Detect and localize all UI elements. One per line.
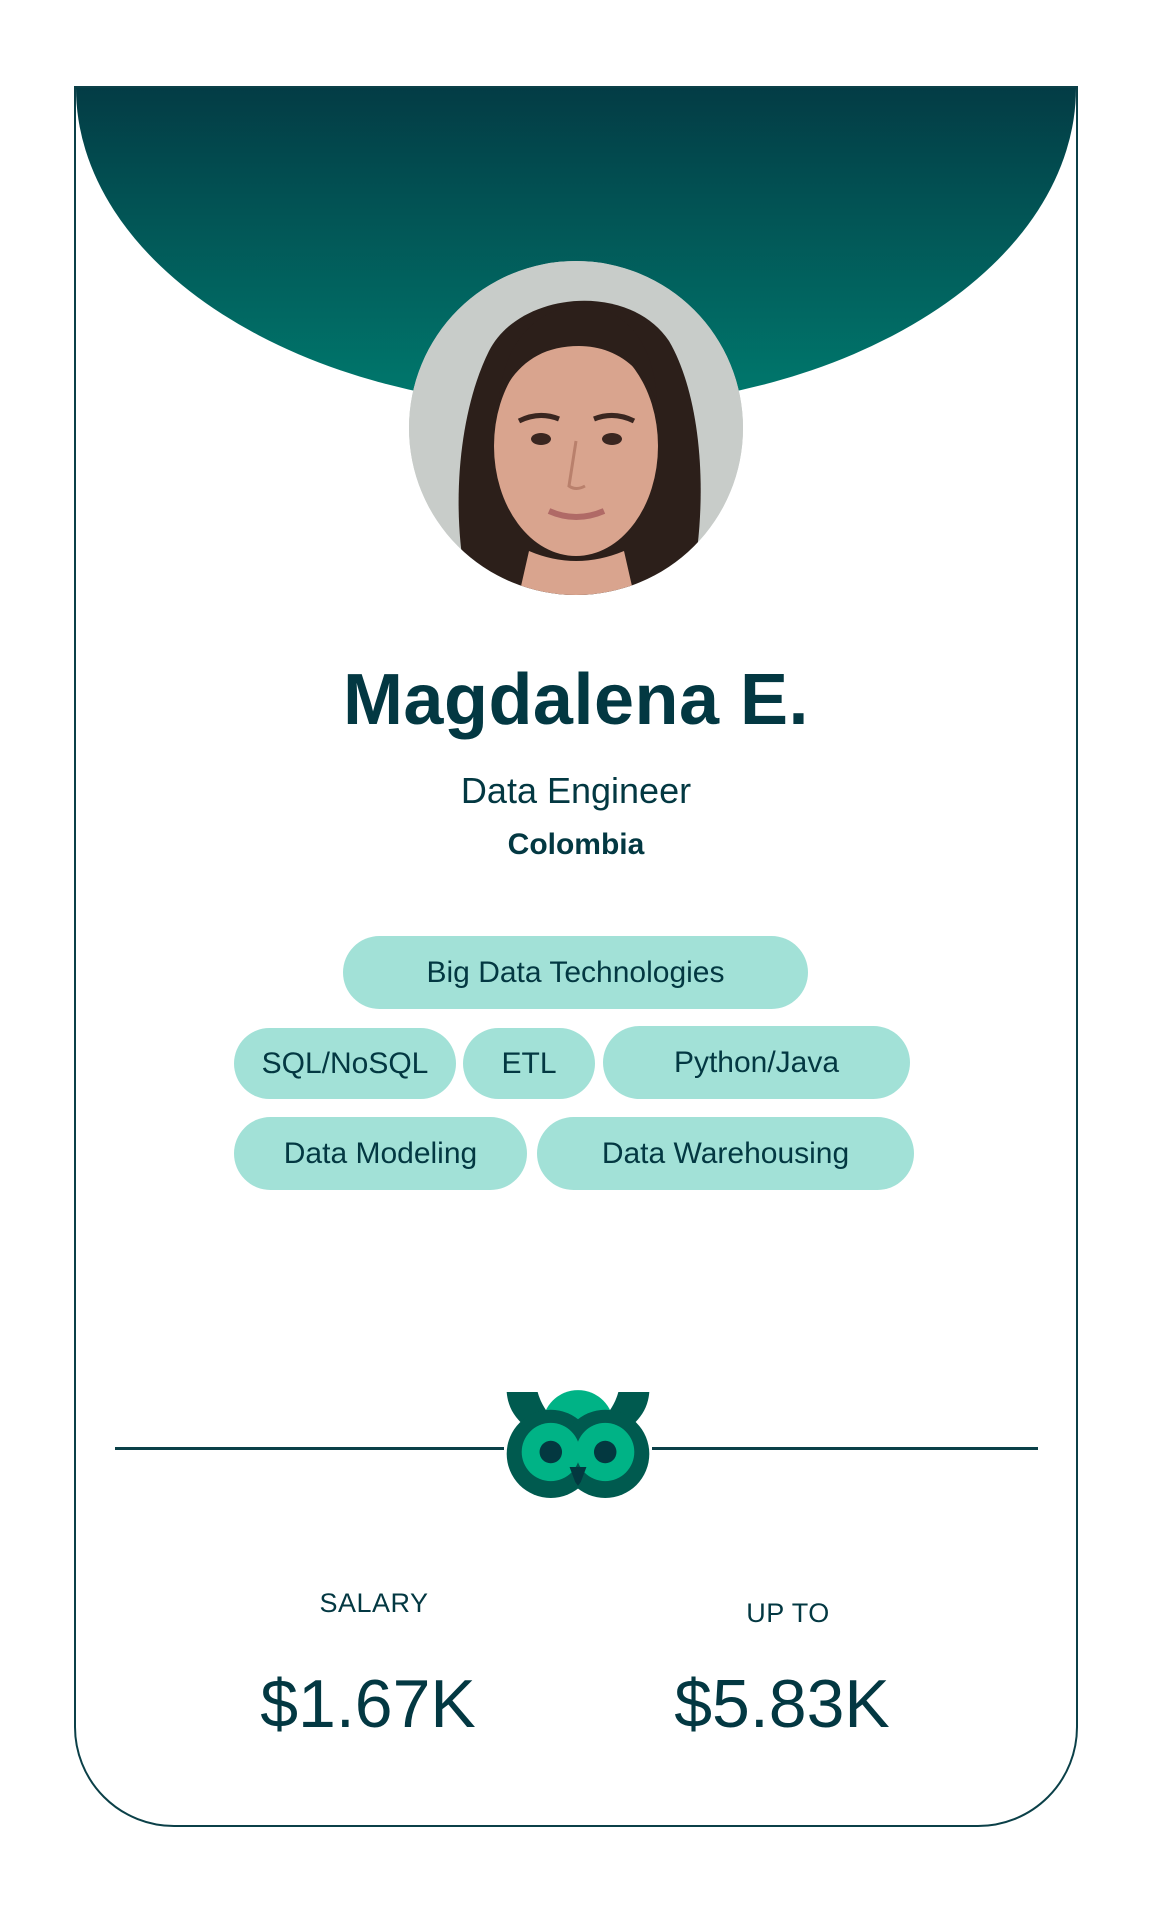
candidate-name: Magdalena E. [342, 660, 810, 740]
skill-tag: Python/Java [603, 1026, 910, 1099]
salary-value: $1.67K [260, 1666, 476, 1742]
skill-tag: Data Warehousing [537, 1117, 914, 1190]
avatar [409, 261, 743, 595]
divider-right [652, 1447, 1038, 1450]
max-salary-value: $5.83K [674, 1666, 890, 1742]
profile-card: Magdalena E. Data Engineer Colombia Big … [74, 86, 1078, 1827]
skill-tag: Big Data Technologies [343, 936, 808, 1009]
max-salary-label: UP TO [746, 1598, 830, 1628]
owl-icon [506, 1390, 650, 1498]
skill-tag: ETL [463, 1028, 595, 1099]
country: Colombia [507, 828, 645, 861]
job-title: Data Engineer [460, 770, 692, 811]
salary-label: SALARY [319, 1588, 429, 1618]
divider-left [115, 1447, 504, 1450]
skill-tag: SQL/NoSQL [234, 1028, 456, 1099]
skill-tag: Data Modeling [234, 1117, 527, 1190]
profile-photo [409, 261, 743, 595]
